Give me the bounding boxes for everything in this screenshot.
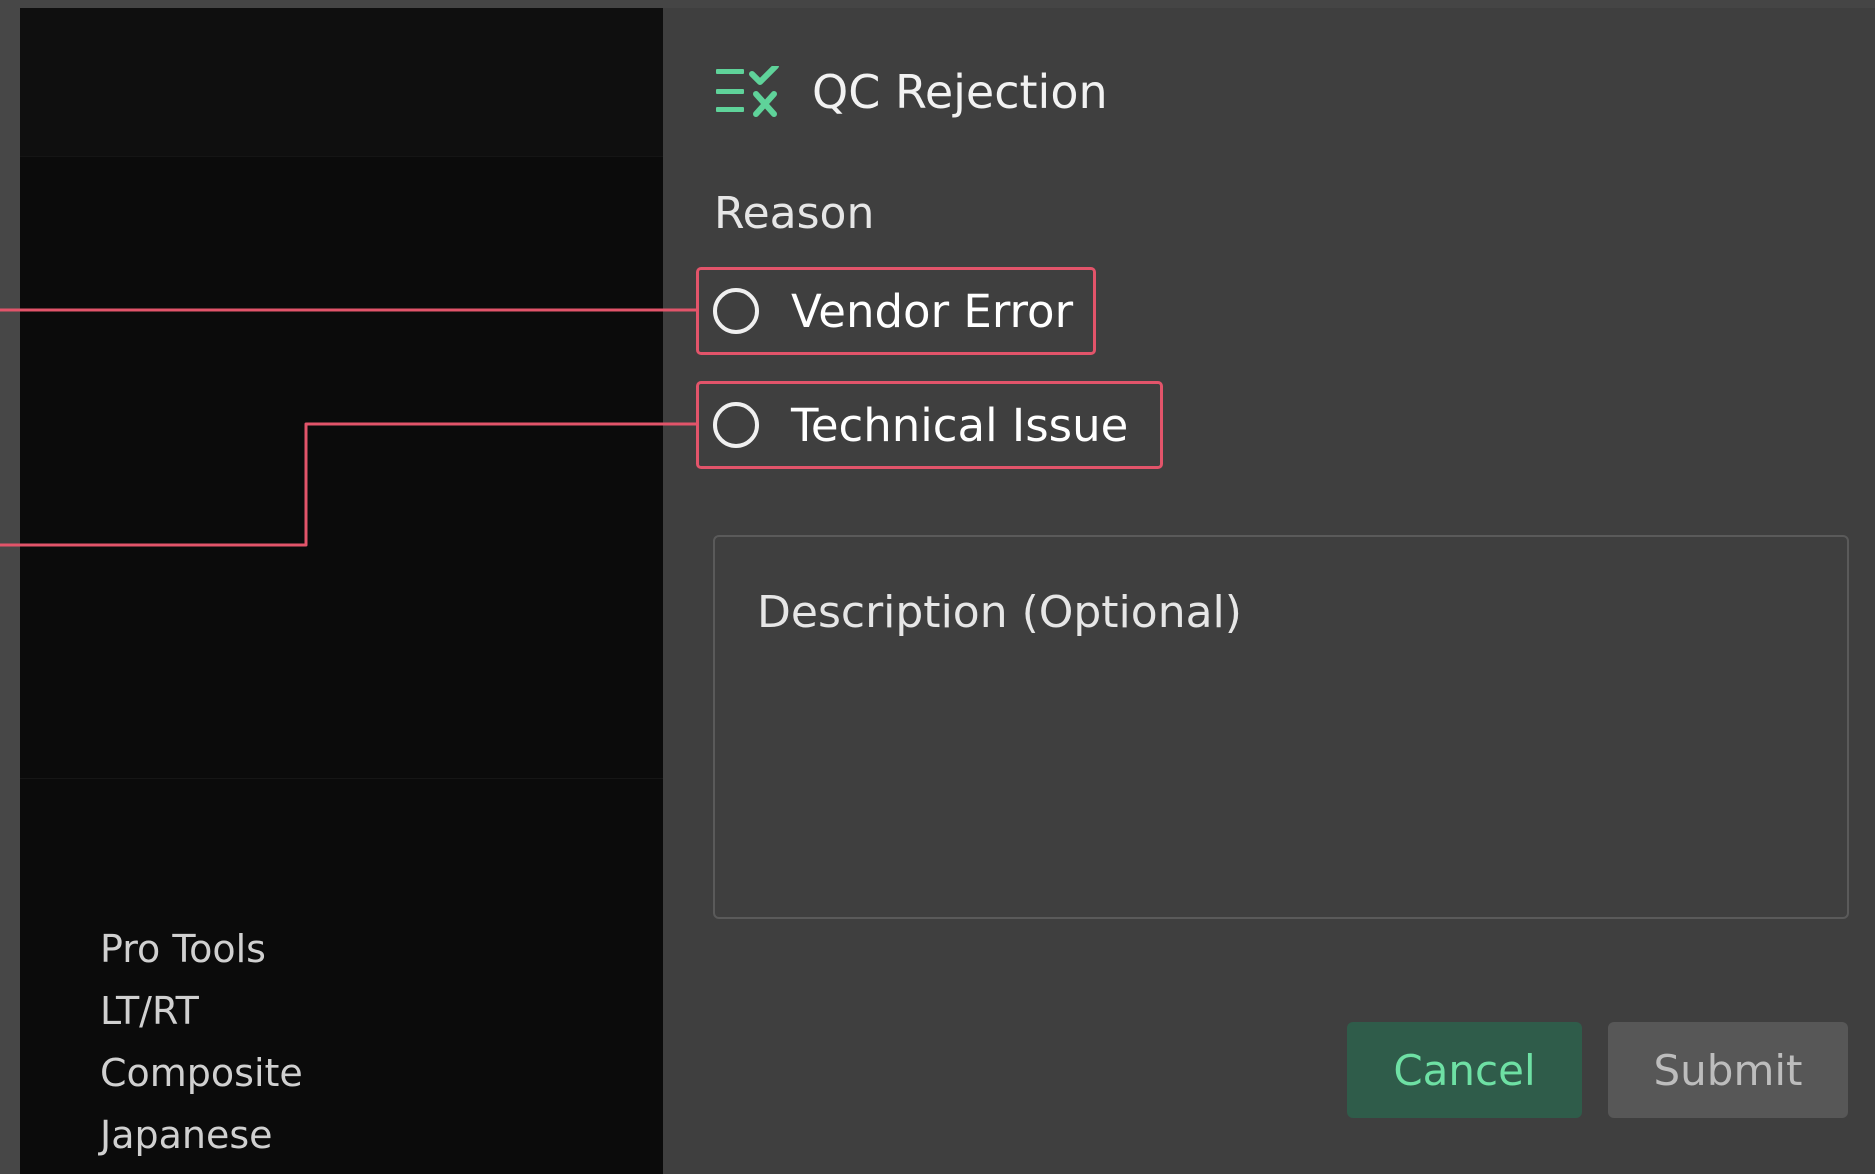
reason-label: Reason — [714, 188, 875, 239]
left-gutter — [0, 0, 20, 1174]
track-format-list: Pro Tools LT/RT Composite Japanese — [100, 918, 303, 1166]
checklist-reject-icon — [716, 66, 779, 117]
background-divider-lower — [20, 778, 663, 779]
list-item-composite[interactable]: Composite — [100, 1042, 303, 1104]
radio-option-vendor-error[interactable]: Vendor Error — [696, 267, 1096, 355]
description-input[interactable] — [713, 535, 1849, 919]
dialog-title: QC Rejection — [812, 65, 1108, 119]
top-edge — [0, 0, 1875, 8]
radio-option-technical-issue[interactable]: Technical Issue — [696, 381, 1163, 469]
list-item-japanese[interactable]: Japanese — [100, 1104, 303, 1166]
radio-label-technical-issue: Technical Issue — [791, 398, 1129, 452]
background-header-band — [20, 8, 663, 156]
radio-button-vendor-error[interactable] — [713, 288, 759, 334]
submit-button[interactable]: Submit — [1608, 1022, 1848, 1118]
radio-button-technical-issue[interactable] — [713, 402, 759, 448]
screen: Pro Tools LT/RT Composite Japanese QC Re… — [0, 0, 1875, 1174]
list-item-pro-tools[interactable]: Pro Tools — [100, 918, 303, 980]
background-divider — [20, 156, 663, 157]
radio-label-vendor-error: Vendor Error — [791, 284, 1074, 338]
list-item-lt-rt[interactable]: LT/RT — [100, 980, 303, 1042]
cancel-button[interactable]: Cancel — [1347, 1022, 1582, 1118]
